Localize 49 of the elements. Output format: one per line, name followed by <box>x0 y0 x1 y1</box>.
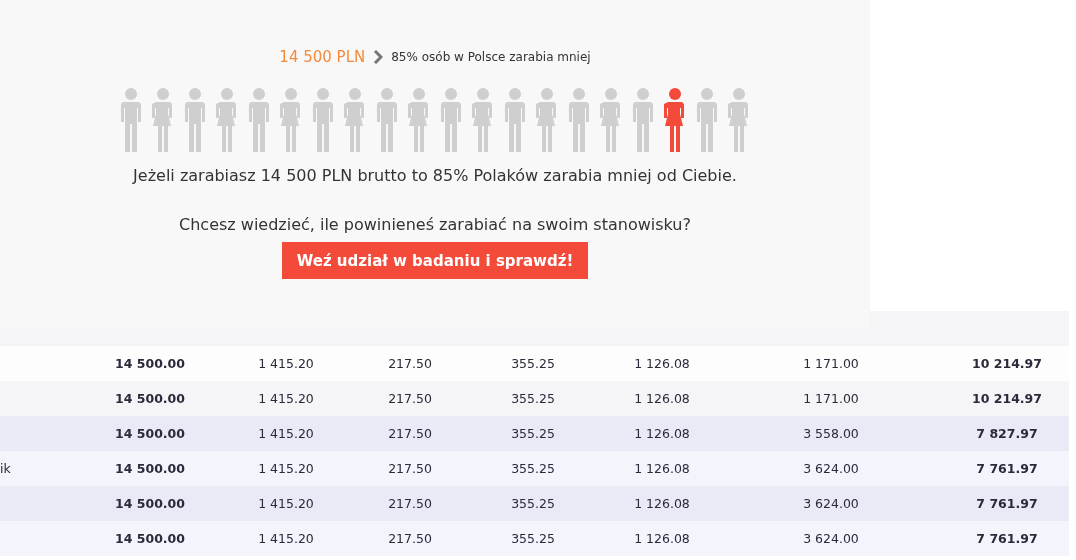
table-cell-text: 1 415.20 <box>257 356 315 371</box>
salary-amount: 14 500 PLN <box>279 48 366 66</box>
table-cell-text: 1 171.00 <box>802 356 860 371</box>
chevron-right-icon <box>373 50 384 64</box>
table-cell-text: 10 214.97 <box>971 391 1043 406</box>
table-cell-text: 217.50 <box>387 496 433 511</box>
result-sentence: Jeżeli zarabiasz 14 500 PLN brutto to 85% Polaków zarabia mniej od Ciebie. <box>133 166 737 185</box>
table-cell-text: 1 415.20 <box>257 496 315 511</box>
table-cell-text: 355.25 <box>510 426 556 441</box>
table-cell-text: 1 126.08 <box>633 391 691 406</box>
table-cell-text: 14 500.00 <box>114 531 186 546</box>
table-cell-text: 1 171.00 <box>802 391 860 406</box>
table-cell-text: 1 415.20 <box>257 426 315 441</box>
table-cell-text: 355.25 <box>510 531 556 546</box>
table-cell-text: 1 415.20 <box>257 391 315 406</box>
table-cell-text: ik <box>0 461 12 476</box>
table-cell-text: 7 827.97 <box>975 426 1039 441</box>
table-cell-text: 1 415.20 <box>257 531 315 546</box>
table-cell-text: 14 500.00 <box>114 356 186 371</box>
table-cell-text: 14 500.00 <box>114 426 186 441</box>
table-cell-text: 355.25 <box>510 461 556 476</box>
percentile-summary: 85% osób w Polsce zarabia mniej <box>391 50 591 64</box>
table-cell-text: 217.50 <box>387 426 433 441</box>
table-cell-text: 217.50 <box>387 356 433 371</box>
table-cell-text: 1 126.08 <box>633 496 691 511</box>
survey-question: Chcesz wiedzieć, ile powinieneś zarabiać na swoim stanowisku? <box>179 215 691 234</box>
table-cell-text: 1 415.20 <box>257 461 315 476</box>
table-cell-text: 3 624.00 <box>802 461 860 476</box>
table-cell-text: 3 558.00 <box>802 426 860 441</box>
table-cell-text: 14 500.00 <box>114 461 186 476</box>
table-cell-text: 14 500.00 <box>114 391 186 406</box>
table-cell-text: 1 126.08 <box>633 356 691 371</box>
table-cell-text: 1 126.08 <box>633 426 691 441</box>
survey-button[interactable]: Weź udział w badaniu i sprawdź! <box>282 242 588 279</box>
table-cell-text: 1 126.08 <box>633 461 691 476</box>
table-cell-text: 355.25 <box>510 356 556 371</box>
table-cell-text: 3 624.00 <box>802 496 860 511</box>
table-cell-text: 217.50 <box>387 461 433 476</box>
table-cell-text: 355.25 <box>510 496 556 511</box>
table-cell-text: 217.50 <box>387 531 433 546</box>
table-cell-text: 355.25 <box>510 391 556 406</box>
table-cell-text: 217.50 <box>387 391 433 406</box>
table-cell-text: 14 500.00 <box>114 496 186 511</box>
table-cell-text: 10 214.97 <box>971 356 1043 371</box>
table-cell-text: 3 624.00 <box>802 531 860 546</box>
table-cell-text: 7 761.97 <box>975 461 1039 476</box>
table-cell-text: 1 126.08 <box>633 531 691 546</box>
table-cell-text: 7 761.97 <box>975 531 1039 546</box>
table-cell-text: 7 761.97 <box>975 496 1039 511</box>
